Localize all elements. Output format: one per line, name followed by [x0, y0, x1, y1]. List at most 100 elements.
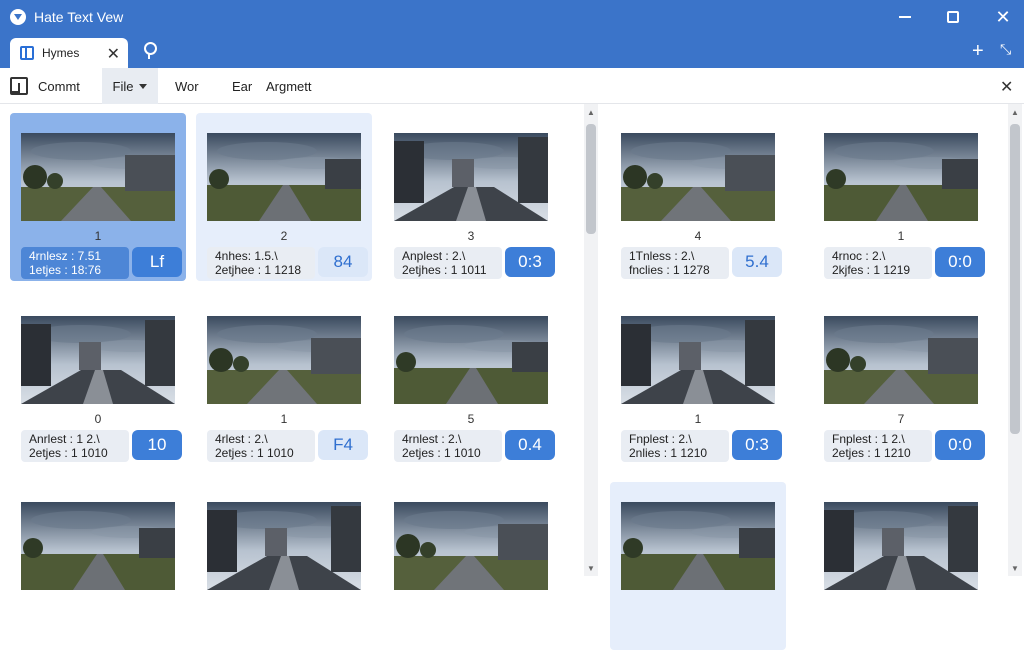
tab-hymes[interactable]: Hymes ✕	[10, 38, 128, 68]
thumbnail-card[interactable]	[813, 482, 989, 650]
info-line-2: 2kjfes : 1 1219	[832, 263, 911, 277]
scroll-up-icon[interactable]: ▲	[587, 108, 595, 117]
thumbnail-number: 4	[694, 229, 702, 243]
new-tab-button[interactable]: +	[972, 40, 984, 63]
thumbnail-info: 4rnoc : 2.\ 2kjfes : 1 1219	[824, 247, 932, 279]
thumbnail-card[interactable]: 2 4nhes: 1.5.\ 2etjhee : 1 1218 84	[196, 113, 372, 281]
maximize-icon	[947, 11, 959, 23]
thumbnail-card[interactable]: 0 Anrlest : 1 2.\ 2etjes : 1 1010 10	[10, 296, 186, 464]
menu-commit[interactable]: Commt	[38, 68, 80, 104]
maximize-button[interactable]	[930, 0, 976, 34]
thumbnail-card[interactable]: 1 4rnoc : 2.\ 2kjfes : 1 1219 0:0	[813, 113, 989, 281]
menu-close-button[interactable]: ✕	[1000, 77, 1013, 97]
thumbnail-image	[394, 133, 548, 221]
right-pane-scrollbar[interactable]: ▲ ▼	[1008, 104, 1022, 576]
info-line-2: 2nlies : 1 1210	[629, 446, 708, 460]
thumbnail-badge[interactable]: 0:0	[935, 247, 985, 277]
info-line-1: Fnplest : 2.\	[629, 432, 692, 446]
thumbnail-number: 1	[280, 412, 288, 426]
thumbnail-card[interactable]: 1 4rlest : 2.\ 2etjes : 1 1010 F4	[196, 296, 372, 464]
thumbnail-badge[interactable]: 0:0	[935, 430, 985, 460]
thumbnail-image	[21, 502, 175, 590]
expand-icon[interactable]: ⤡	[1000, 41, 1011, 58]
thumbnail-badge[interactable]: 0:3	[505, 247, 555, 277]
menu-file-dropdown[interactable]: File	[102, 68, 158, 104]
info-line-2: 2etjhes : 1 1011	[402, 263, 487, 277]
thumbnail-number: 5	[467, 412, 475, 426]
menu-label: Argmett	[266, 78, 312, 94]
thumbnail-badge[interactable]: 0.4	[505, 430, 555, 460]
window-close-button[interactable]: ✕	[980, 0, 1024, 34]
tab-close-button[interactable]: ✕	[107, 44, 120, 64]
thumbnail-badge[interactable]: 84	[318, 247, 368, 277]
info-line-1: 4rnlest : 2.\	[402, 432, 462, 446]
info-line-1: 4nhes: 1.5.\	[215, 249, 278, 263]
thumbnail-image	[207, 133, 361, 221]
thumbnail-info: 4nhes: 1.5.\ 2etjhee : 1 1218	[207, 247, 315, 279]
thumbnail-badge[interactable]: F4	[318, 430, 368, 460]
thumbnail-image	[207, 316, 361, 404]
menu-wor[interactable]: Wor	[175, 68, 199, 104]
scroll-down-icon[interactable]: ▼	[587, 564, 595, 573]
info-line-2: fnclies : 1 1278	[629, 263, 710, 277]
chevron-down-icon	[139, 83, 148, 89]
info-line-1: Anrlest : 1 2.\	[29, 432, 100, 446]
info-line-1: Fnplest : 1 2.\	[832, 432, 905, 446]
info-line-2: 2etjhee : 1 1218	[215, 263, 302, 277]
minimize-button[interactable]	[882, 0, 928, 34]
menu-argmett[interactable]: Argmett	[266, 68, 312, 104]
thumbnail-card[interactable]: 5 4rnlest : 2.\ 2etjes : 1 1010 0.4	[383, 296, 559, 464]
thumbnail-image	[394, 502, 548, 590]
thumbnail-card[interactable]	[10, 482, 186, 650]
info-line-1: 4rlest : 2.\	[215, 432, 268, 446]
menu-label: Ear	[232, 78, 253, 94]
thumbnail-card[interactable]	[383, 482, 559, 650]
thumbnail-image	[824, 502, 978, 590]
location-pin-icon[interactable]	[142, 42, 157, 60]
thumbnail-number: 0	[94, 412, 102, 426]
thumbnail-number: 7	[897, 412, 905, 426]
close-icon: ✕	[995, 6, 1011, 27]
thumbnail-image	[824, 316, 978, 404]
thumbnail-badge[interactable]: 0:3	[732, 430, 782, 460]
thumbnail-info: Fnplest : 1 2.\ 2etjes : 1 1210	[824, 430, 932, 462]
thumbnail-number: 1	[94, 229, 102, 243]
thumbnail-badge[interactable]: Lf	[132, 247, 182, 277]
info-line-1: 4rnoc : 2.\	[832, 249, 886, 263]
thumbnail-number: 2	[280, 229, 288, 243]
thumbnail-image	[207, 502, 361, 590]
left-pane-scrollbar[interactable]: ▲ ▼	[584, 104, 598, 576]
title-bar: Hate Text Vew ✕	[0, 0, 1024, 34]
info-line-2: 1etjes : 18:76	[29, 263, 102, 277]
thumbnail-image	[21, 133, 175, 221]
thumbnail-badge[interactable]: 10	[132, 430, 182, 460]
thumbnail-image	[824, 133, 978, 221]
menu-ear[interactable]: Ear	[232, 68, 252, 104]
scroll-thumb[interactable]	[586, 124, 596, 234]
thumbnail-card[interactable]: 3 Anplest : 2.\ 2etjhes : 1 1011 0:3	[383, 113, 559, 281]
thumbnail-info: 1Tnless : 2.\ fnclies : 1 1278	[621, 247, 729, 279]
thumbnail-number: 1	[694, 412, 702, 426]
thumbnail-card[interactable]	[196, 482, 372, 650]
menu-label: Commt	[38, 78, 80, 94]
thumbnail-card[interactable]: 1 Fnplest : 2.\ 2nlies : 1 1210 0:3	[610, 296, 786, 464]
thumbnail-image	[621, 133, 775, 221]
thumbnail-image	[21, 316, 175, 404]
info-line-2: 2etjes : 1 1210	[832, 446, 911, 460]
new-document-icon[interactable]	[10, 77, 28, 95]
scroll-down-icon[interactable]: ▼	[1011, 564, 1019, 573]
thumbnail-card[interactable]: 1 4rnlesz : 7.51 1etjes : 18:76 Lf	[10, 113, 186, 281]
thumbnail-card[interactable]: 7 Fnplest : 1 2.\ 2etjes : 1 1210 0:0	[813, 296, 989, 464]
scroll-thumb[interactable]	[1010, 124, 1020, 434]
thumbnail-image	[621, 316, 775, 404]
thumbnail-card[interactable]: 4 1Tnless : 2.\ fnclies : 1 1278 5.4	[610, 113, 786, 281]
thumbnail-image	[621, 502, 775, 590]
window-title: Hate Text Vew	[34, 9, 124, 25]
app-logo-icon	[10, 9, 26, 25]
minimize-icon	[899, 16, 911, 18]
scroll-up-icon[interactable]: ▲	[1011, 108, 1019, 117]
thumbnail-badge[interactable]: 5.4	[732, 247, 782, 277]
thumbnail-info: 4rnlest : 2.\ 2etjes : 1 1010	[394, 430, 502, 462]
tab-label: Hymes	[42, 46, 80, 60]
thumbnail-card[interactable]	[610, 482, 786, 650]
